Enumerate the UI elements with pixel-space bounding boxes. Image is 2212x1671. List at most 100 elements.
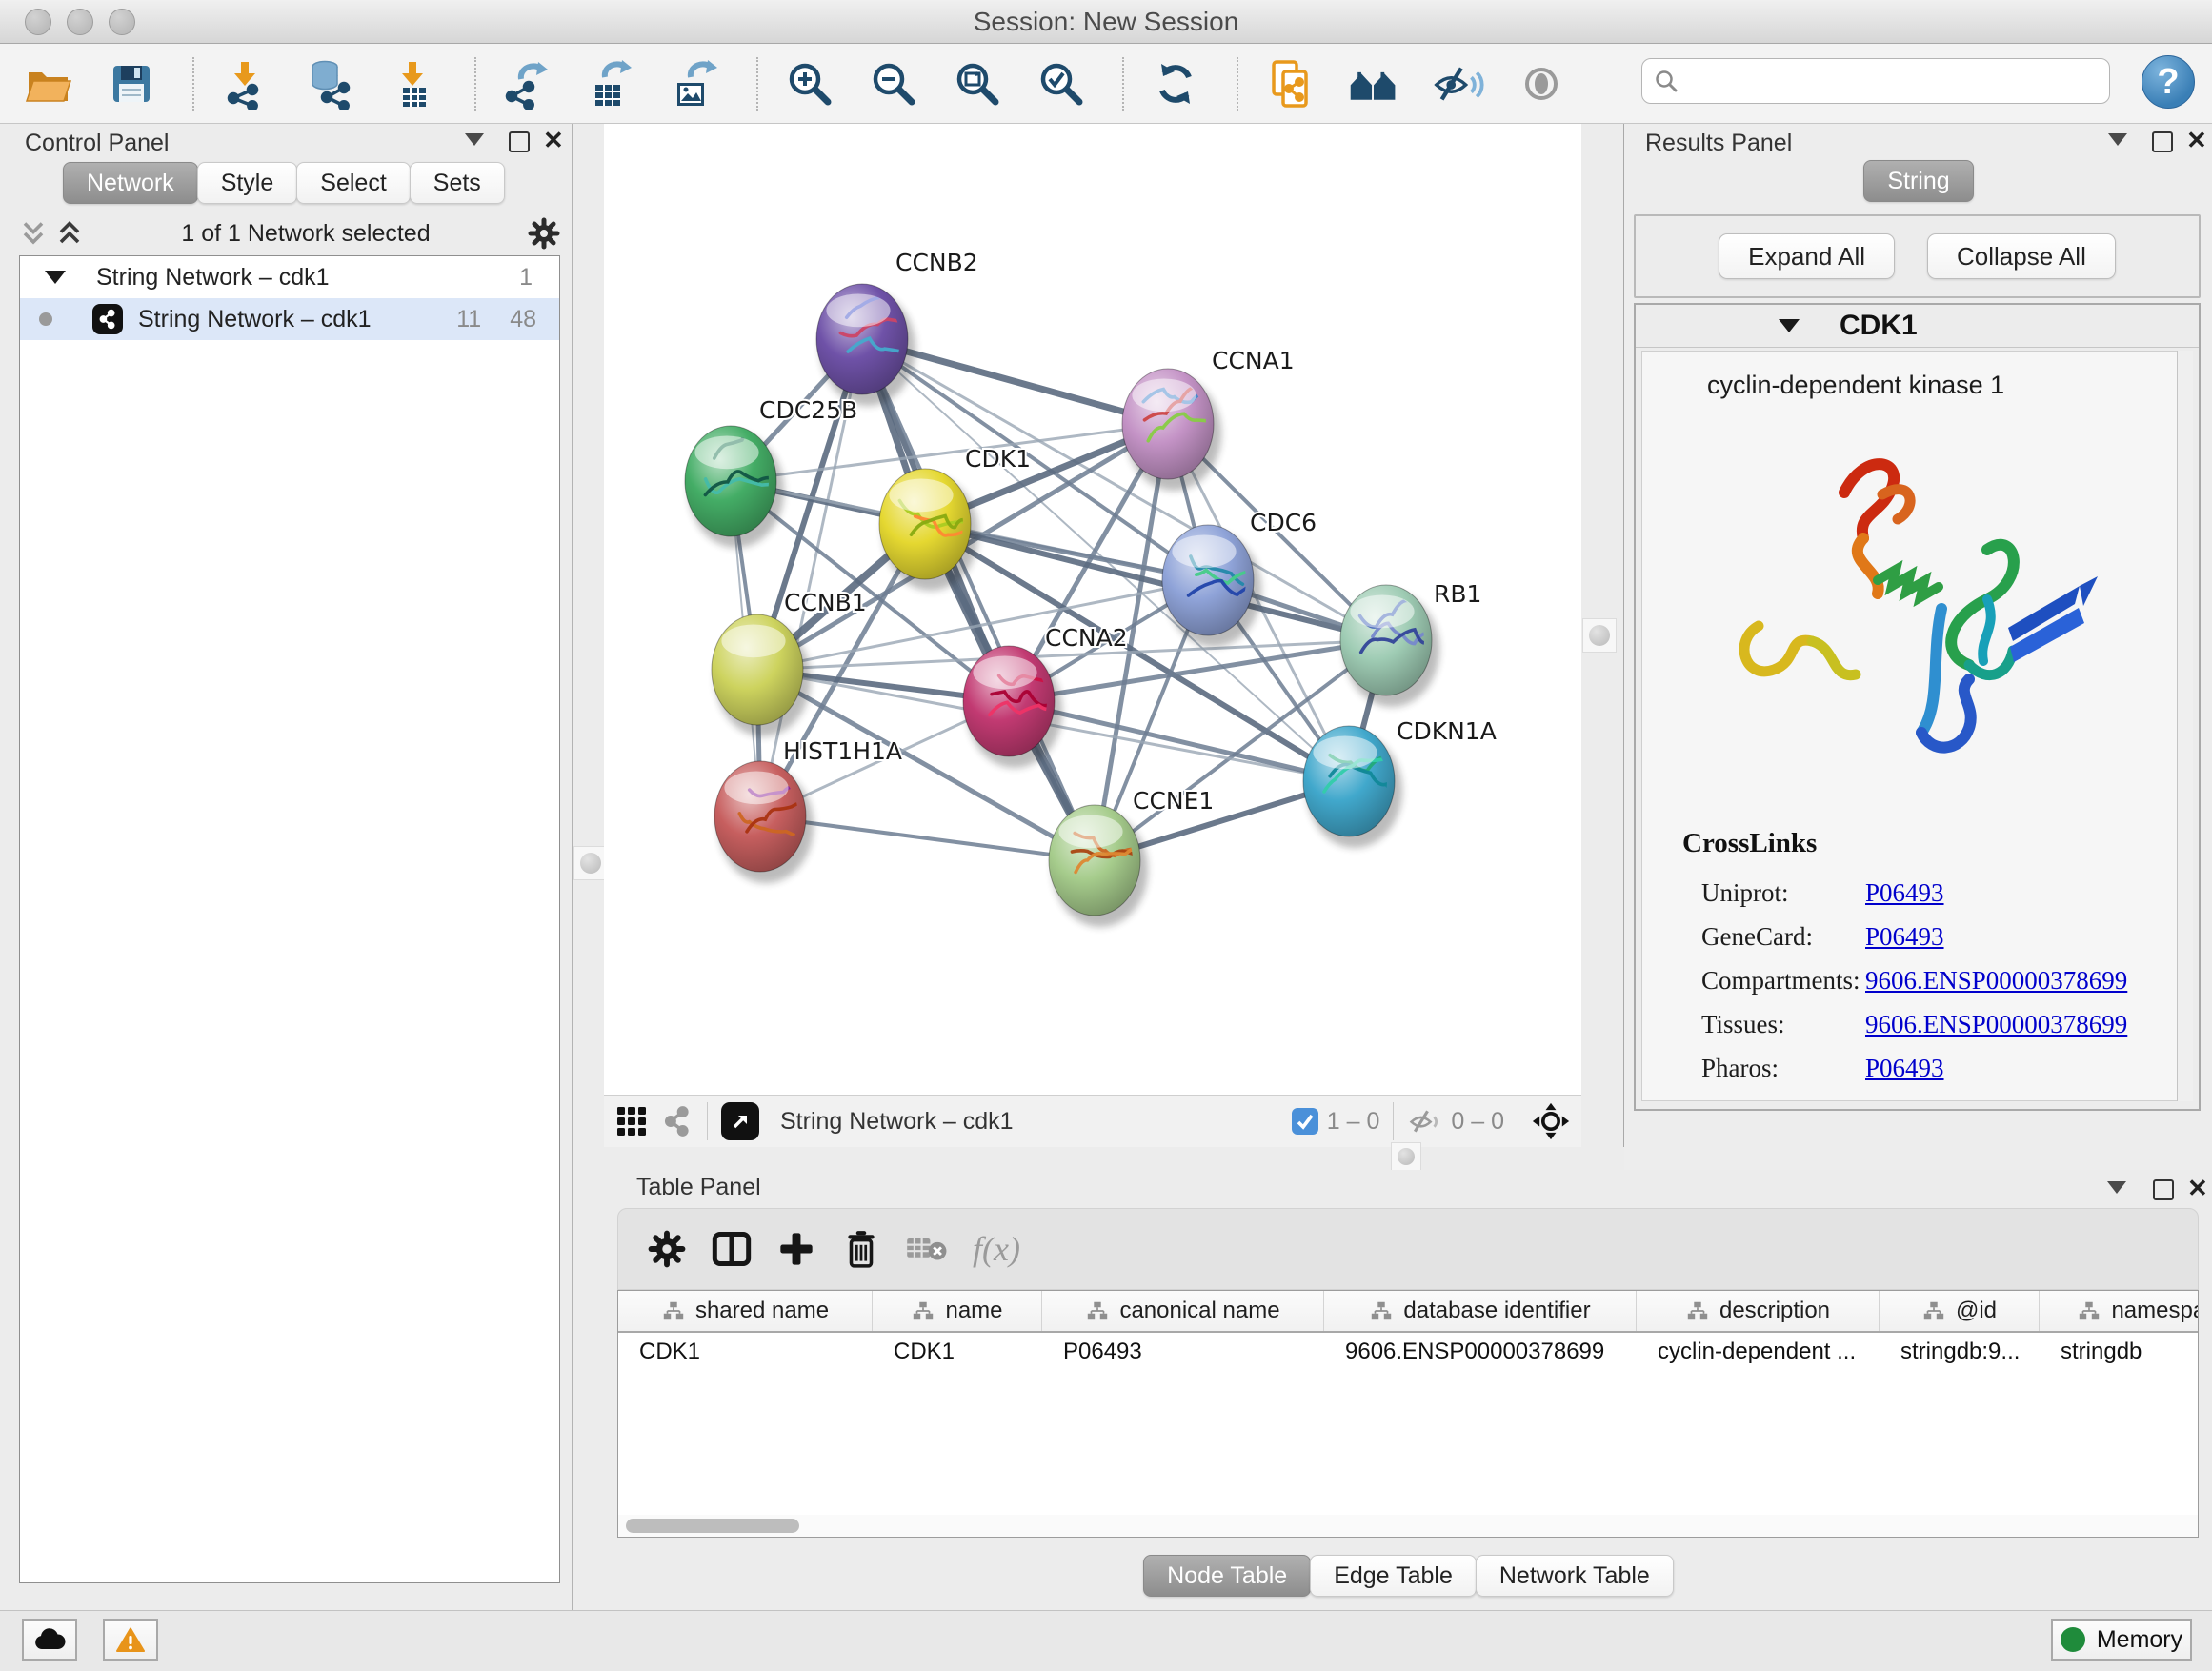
control-panel-float-button[interactable] <box>509 131 530 152</box>
results-panel-menu-button[interactable] <box>2108 133 2127 146</box>
bottom-splitter-handle[interactable] <box>1391 1142 1421 1171</box>
tab-network[interactable]: Network <box>63 162 198 204</box>
control-panel-menu-button[interactable] <box>465 133 484 146</box>
column-header-at-id[interactable]: @id <box>1880 1291 2040 1331</box>
import-network-file-icon[interactable] <box>219 57 272 111</box>
column-header-canonical-name[interactable]: canonical name <box>1042 1291 1324 1331</box>
export-image-icon[interactable] <box>669 57 722 111</box>
column-header-description[interactable]: description <box>1637 1291 1880 1331</box>
crosshair-icon[interactable] <box>1532 1102 1570 1140</box>
search-bar[interactable] <box>1641 58 2110 104</box>
export-table-icon[interactable] <box>585 57 638 111</box>
results-panel-float-button[interactable] <box>2152 131 2173 152</box>
open-session-icon[interactable] <box>21 57 74 111</box>
crosslink-link[interactable]: P06493 <box>1865 922 1944 952</box>
share-view-icon[interactable] <box>661 1105 694 1137</box>
help-icon[interactable]: ? <box>2142 55 2195 109</box>
right-splitter-handle[interactable] <box>1582 618 1617 653</box>
column-header-shared-name[interactable]: shared name <box>618 1291 873 1331</box>
tab-edge-table[interactable]: Edge Table <box>1310 1555 1477 1597</box>
table-cell[interactable]: P06493 <box>1042 1339 1324 1365</box>
table-panel-float-button[interactable] <box>2153 1179 2174 1200</box>
network-canvas[interactable]: CCNB2CCNA1CDC25BCDK1CDC6RB1CCNB1CCNA2CDK… <box>604 124 1581 1095</box>
crosslink-link[interactable]: P06493 <box>1865 1054 1944 1083</box>
gene-section-header[interactable]: CDK1 <box>1636 305 2199 348</box>
hidden-eye-icon[interactable] <box>1407 1105 1443 1137</box>
search-input[interactable] <box>1688 67 2098 95</box>
zoom-selected-icon[interactable] <box>1035 57 1088 111</box>
zoom-fit-icon[interactable] <box>951 57 1004 111</box>
crosslink-link[interactable]: 9606.ENSP00000378699 <box>1865 966 2127 996</box>
results-scrollbar[interactable] <box>2177 351 2193 1101</box>
table-settings-gear-icon[interactable] <box>641 1223 693 1275</box>
save-session-icon[interactable] <box>105 57 158 111</box>
collapse-all-button[interactable]: Collapse All <box>1927 233 2116 279</box>
table-cell[interactable]: stringdb <box>2040 1339 2199 1365</box>
left-splitter-handle[interactable] <box>573 846 608 880</box>
network-collection-row[interactable]: String Network – cdk1 1 <box>20 256 559 298</box>
collapse-all-icon[interactable] <box>19 219 48 248</box>
column-header-name[interactable]: name <box>873 1291 1042 1331</box>
crosslink-link[interactable]: 9606.ENSP00000378699 <box>1865 1010 2127 1039</box>
toolbar-separator <box>192 57 194 111</box>
column-header-label: name <box>945 1298 1002 1324</box>
show-columns-icon[interactable] <box>706 1223 757 1275</box>
table-cell[interactable]: 9606.ENSP00000378699 <box>1324 1339 1637 1365</box>
table-panel-menu-button[interactable] <box>2107 1181 2126 1194</box>
zoom-out-icon[interactable] <box>867 57 920 111</box>
table-body: CDK1CDK1P064939606.ENSP00000378699cyclin… <box>618 1333 2198 1371</box>
control-panel-tabs: NetworkStyleSelectSets <box>63 162 504 204</box>
table-cell[interactable]: stringdb:9... <box>1880 1339 2040 1365</box>
column-header-database-identifier[interactable]: database identifier <box>1324 1291 1637 1331</box>
create-column-icon[interactable] <box>771 1223 822 1275</box>
table-cell[interactable]: cyclin-dependent ... <box>1637 1339 1880 1365</box>
table-row[interactable]: CDK1CDK1P064939606.ENSP00000378699cyclin… <box>618 1333 2198 1371</box>
network-row[interactable]: String Network – cdk1 11 48 <box>20 298 559 340</box>
table-cell[interactable]: CDK1 <box>873 1339 1042 1365</box>
import-table-icon[interactable] <box>387 57 440 111</box>
eye-icon[interactable] <box>1515 57 1568 111</box>
tab-string[interactable]: String <box>1863 160 1973 202</box>
column-header-namespace[interactable]: namespace <box>2040 1291 2199 1331</box>
control-panel-close-button[interactable]: ✕ <box>543 131 564 150</box>
section-collapse-icon[interactable] <box>1779 319 1800 332</box>
node-label: CDK1 <box>965 445 1031 473</box>
gear-icon[interactable] <box>528 217 560 250</box>
hidden-node-edge-counts: 0 – 0 <box>1451 1108 1504 1136</box>
results-panel-close-button[interactable]: ✕ <box>2186 131 2207 150</box>
birdseye-view-icon[interactable] <box>721 1102 759 1140</box>
expand-all-button[interactable]: Expand All <box>1719 233 1895 279</box>
memory-button[interactable]: Memory <box>2051 1619 2192 1661</box>
network-view-toolbar: String Network – cdk1 1 – 0 0 – 0 <box>604 1095 1581 1147</box>
network-graph[interactable]: CCNB2CCNA1CDC25BCDK1CDC6RB1CCNB1CCNA2CDK… <box>604 124 1581 1095</box>
tree-column-icon <box>911 1300 935 1321</box>
eye-slash-icon[interactable] <box>1431 57 1484 111</box>
warning-button[interactable] <box>103 1619 158 1661</box>
grid-view-icon[interactable] <box>615 1105 648 1137</box>
import-network-database-icon[interactable] <box>303 57 356 111</box>
delete-column-icon[interactable] <box>835 1223 887 1275</box>
tab-style[interactable]: Style <box>197 162 298 204</box>
table-hscrollbar-thumb[interactable] <box>626 1519 799 1533</box>
string-document-icon[interactable] <box>1263 57 1317 111</box>
crosslink-link[interactable]: P06493 <box>1865 878 1944 908</box>
network-tree: String Network – cdk1 1 String Network –… <box>19 255 560 1583</box>
zoom-in-icon[interactable] <box>783 57 836 111</box>
tab-select[interactable]: Select <box>296 162 410 204</box>
table-hscrollbar[interactable] <box>617 1515 2199 1538</box>
cloud-button[interactable] <box>22 1619 77 1661</box>
export-network-icon[interactable] <box>501 57 554 111</box>
tree-collapse-icon[interactable] <box>45 271 66 284</box>
tab-node-table[interactable]: Node Table <box>1143 1555 1311 1597</box>
houses-icon[interactable] <box>1347 57 1400 111</box>
expand-all-icon[interactable] <box>55 219 84 248</box>
node-label: CCNA2 <box>1045 624 1128 652</box>
table-panel-close-button[interactable]: ✕ <box>2187 1178 2208 1198</box>
refresh-icon[interactable] <box>1149 57 1202 111</box>
table-cell[interactable]: CDK1 <box>618 1339 873 1365</box>
gene-section-body: cyclin-dependent kinase 1 <box>1641 351 2193 1101</box>
tab-network-table[interactable]: Network Table <box>1476 1555 1674 1597</box>
node-table[interactable]: shared name name canonical namedatabase id… <box>617 1290 2199 1538</box>
selected-checkbox-icon[interactable] <box>1291 1107 1319 1136</box>
tab-sets[interactable]: Sets <box>410 162 505 204</box>
